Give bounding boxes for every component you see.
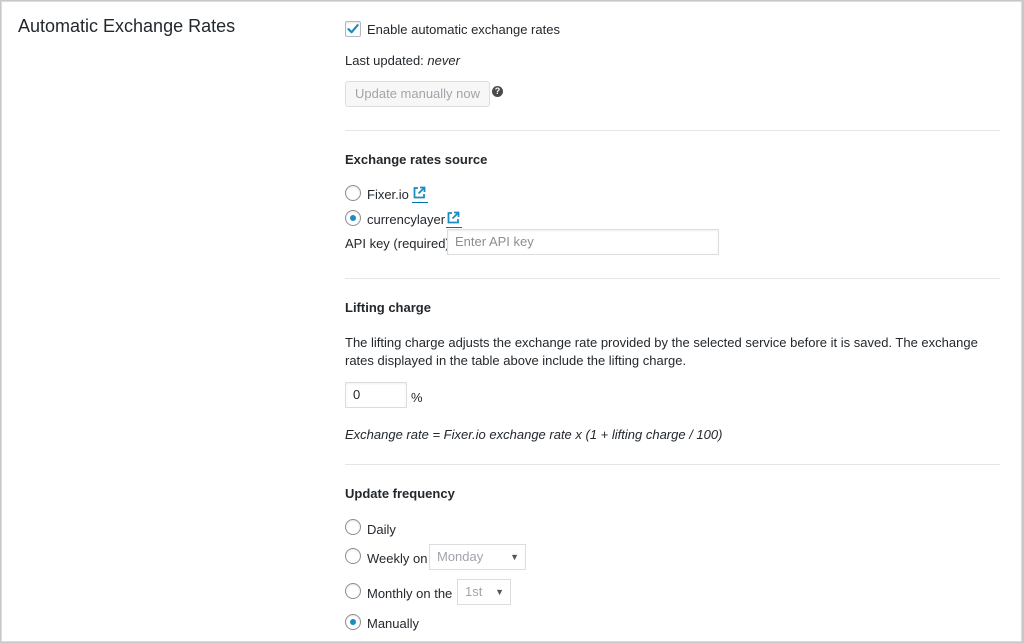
radio-manually-label[interactable]: Manually: [367, 616, 419, 631]
radio-fixer-label[interactable]: Fixer.io: [367, 187, 409, 202]
radio-daily-label[interactable]: Daily: [367, 522, 396, 537]
frequency-heading: Update frequency: [345, 486, 455, 501]
last-updated: Last updated: never: [345, 53, 460, 68]
radio-monthly[interactable]: [345, 583, 361, 599]
fixer-external-link[interactable]: [412, 186, 428, 203]
source-heading: Exchange rates source: [345, 152, 488, 167]
weekly-day-value: Monday: [437, 549, 484, 564]
chevron-down-icon: ▼: [495, 587, 504, 597]
currencylayer-external-link[interactable]: [446, 211, 462, 228]
enable-auto-rates-label[interactable]: Enable automatic exchange rates: [367, 22, 560, 37]
divider: [345, 464, 1000, 465]
radio-daily[interactable]: [345, 519, 361, 535]
lifting-heading: Lifting charge: [345, 300, 431, 315]
section-title: Automatic Exchange Rates: [18, 16, 236, 36]
monthly-day-select[interactable]: 1st ▼: [457, 579, 511, 605]
radio-fixer[interactable]: [345, 185, 361, 201]
radio-currencylayer-label[interactable]: currencylayer: [367, 212, 445, 227]
settings-panel: Automatic Exchange Rates Enable automati…: [1, 1, 1022, 642]
lifting-formula: Exchange rate = Fixer.io exchange rate x…: [345, 427, 723, 442]
last-updated-label: Last updated:: [345, 53, 424, 68]
external-link-icon: [447, 211, 460, 224]
chevron-down-icon: ▼: [510, 552, 519, 562]
weekly-day-select[interactable]: Monday ▼: [429, 544, 526, 570]
radio-currencylayer[interactable]: [345, 210, 361, 226]
lifting-charge-unit: %: [411, 390, 423, 405]
radio-weekly-label[interactable]: Weekly on: [367, 551, 427, 566]
checkmark-icon: [347, 24, 359, 34]
divider: [345, 278, 1000, 279]
update-manually-button[interactable]: Update manually now: [345, 81, 491, 107]
enable-auto-rates-checkbox[interactable]: [345, 21, 361, 37]
radio-manually[interactable]: [345, 614, 361, 630]
help-icon[interactable]: ?: [492, 86, 503, 97]
divider: [345, 130, 1000, 131]
last-updated-value: never: [427, 53, 460, 68]
external-link-icon: [413, 186, 426, 199]
radio-weekly[interactable]: [345, 548, 361, 564]
radio-monthly-label[interactable]: Monthly on the: [367, 586, 452, 601]
monthly-day-value: 1st: [465, 584, 483, 599]
api-key-input[interactable]: Enter API key: [447, 229, 719, 255]
lifting-charge-input[interactable]: 0: [345, 382, 407, 408]
api-key-label: API key (required): [345, 236, 450, 251]
lifting-description: The lifting charge adjusts the exchange …: [345, 335, 978, 368]
